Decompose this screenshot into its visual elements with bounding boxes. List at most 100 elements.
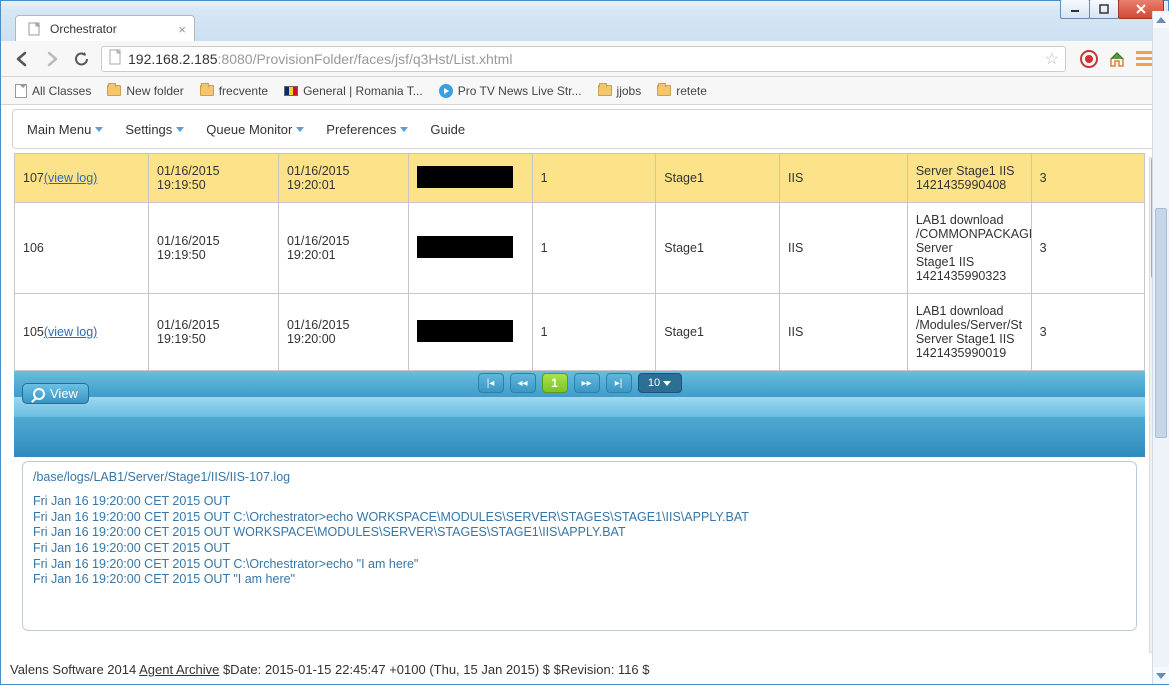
- app-menu-label: Preferences: [326, 122, 396, 137]
- status-bar: Valens Software 2014 Agent Archive $Date…: [2, 659, 1147, 683]
- log-output-panel: /base/logs/LAB1/Server/Stage1/IIS/IIS-10…: [22, 461, 1137, 631]
- table-row[interactable]: 107(view log)01/16/201519:19:5001/16/201…: [15, 154, 1145, 203]
- window-titlebar: [1, 1, 1168, 11]
- browser-toolbar: 192.168.2.185:8080/ProvisionFolder/faces…: [1, 41, 1168, 77]
- cell-server: IIS: [780, 203, 908, 294]
- bookmark-item[interactable]: jjobs: [598, 84, 642, 98]
- url-path: /ProvisionFolder/faces/jsf/q3Hst/List.xh…: [253, 51, 513, 67]
- cell-num: 1: [532, 294, 656, 371]
- bookmark-label: jjobs: [617, 84, 642, 98]
- app-menu-item[interactable]: Guide: [424, 118, 471, 141]
- cell-count: 3: [1031, 203, 1144, 294]
- table-row[interactable]: 105(view log)01/16/201519:19:5001/16/201…: [15, 294, 1145, 371]
- cell-start: 01/16/201519:19:50: [149, 154, 279, 203]
- log-line: Fri Jan 16 19:20:00 CET 2015 OUT WORKSPA…: [33, 525, 1126, 541]
- nav-forward-button[interactable]: [41, 48, 63, 70]
- status-prefix: Valens Software 2014: [10, 662, 139, 677]
- bookmark-label: New folder: [126, 84, 183, 98]
- cell-stage: Stage1: [656, 203, 780, 294]
- redacted-block: [417, 166, 513, 188]
- extension-adblock-icon[interactable]: [1080, 50, 1098, 68]
- browser-tab-strip: Orchestrator ×: [1, 11, 1168, 41]
- cell-num: 1: [532, 154, 656, 203]
- app-menu-item[interactable]: Settings: [119, 118, 190, 141]
- window-maximize-button[interactable]: [1089, 0, 1119, 19]
- bookmark-label: frecvente: [219, 84, 268, 98]
- view-button[interactable]: View: [22, 383, 89, 404]
- paginator-band: |◂ ◂◂ 1 ▸▸ ▸| 10 View: [14, 371, 1145, 457]
- cell-server: IIS: [780, 294, 908, 371]
- bookmark-label: retete: [676, 84, 707, 98]
- bookmark-item[interactable]: All Classes: [15, 84, 91, 98]
- status-agent-link[interactable]: Agent Archive: [139, 662, 219, 677]
- doc-icon: [15, 84, 27, 98]
- chevron-down-icon: [296, 127, 304, 132]
- url-host: 192.168.2.185: [128, 51, 218, 67]
- url-doc-icon: [108, 49, 122, 68]
- bookmarks-bar: All Classes New folder frecvente General | …: [1, 77, 1168, 105]
- view-log-link[interactable]: (view log): [44, 171, 98, 185]
- cell-redact: [408, 203, 532, 294]
- cell-count: 3: [1031, 294, 1144, 371]
- tab-favicon: [26, 21, 42, 37]
- folder-icon: [107, 85, 121, 96]
- status-rest: $Date: 2015-01-15 22:45:47 +0100 (Thu, 1…: [219, 662, 649, 677]
- chevron-down-icon: [95, 127, 103, 132]
- app-menubar: Main Menu Settings Queue Monitor Preference…: [12, 109, 1157, 149]
- cell-count: 3: [1031, 154, 1144, 203]
- log-line: Fri Jan 16 19:20:00 CET 2015 OUT C:\Orch…: [33, 557, 1126, 573]
- cell-start: 01/16/201519:19:50: [149, 203, 279, 294]
- tab-close-icon[interactable]: ×: [178, 22, 186, 37]
- cell-stage: Stage1: [656, 294, 780, 371]
- cell-id: 105(view log): [15, 294, 149, 371]
- view-button-label: View: [50, 386, 78, 401]
- flag-ro-icon: [284, 86, 298, 96]
- scroll-down-button[interactable]: [1153, 667, 1169, 684]
- reload-button[interactable]: [71, 48, 93, 70]
- log-line: Fri Jan 16 19:20:00 CET 2015 OUT: [33, 541, 1126, 557]
- app-menu-item[interactable]: Preferences: [320, 118, 414, 141]
- bookmark-star-icon[interactable]: ☆: [1045, 49, 1059, 69]
- search-icon: [33, 388, 45, 400]
- app-menu-label: Guide: [430, 122, 465, 137]
- cell-desc: LAB1 download/COMMONPACKAGE ServerStage1…: [907, 203, 1031, 294]
- cell-server: IIS: [780, 154, 908, 203]
- window-minimize-button[interactable]: [1060, 0, 1090, 19]
- browser-tab[interactable]: Orchestrator ×: [15, 15, 195, 41]
- chevron-down-icon: [400, 127, 408, 132]
- bookmark-label: All Classes: [32, 84, 91, 98]
- view-log-link[interactable]: (view log): [44, 325, 98, 339]
- app-menu-item[interactable]: Queue Monitor: [200, 118, 310, 141]
- scroll-up-button[interactable]: [1153, 11, 1169, 28]
- cell-stage: Stage1: [656, 154, 780, 203]
- bookmark-label: General | Romania T...: [303, 84, 423, 98]
- table-row[interactable]: 10601/16/201519:19:5001/16/201519:20:011…: [15, 203, 1145, 294]
- url-port: :8080: [218, 51, 253, 67]
- window-scrollbar[interactable]: [1152, 11, 1169, 684]
- cell-start: 01/16/201519:19:50: [149, 294, 279, 371]
- bookmark-item[interactable]: General | Romania T...: [284, 84, 423, 98]
- bookmark-label: Pro TV News Live Str...: [458, 84, 582, 98]
- redacted-block: [417, 236, 513, 258]
- folder-icon: [200, 85, 214, 96]
- window-scrollbar-thumb[interactable]: [1155, 208, 1167, 438]
- chrome-menu-button[interactable]: [1136, 51, 1152, 66]
- bookmark-item[interactable]: New folder: [107, 84, 183, 98]
- nav-back-button[interactable]: [11, 48, 33, 70]
- bookmark-item[interactable]: frecvente: [200, 84, 268, 98]
- cell-desc: LAB1 download/Modules/Server/StServer St…: [907, 294, 1031, 371]
- app-menu-label: Main Menu: [27, 122, 91, 137]
- bookmark-item[interactable]: retete: [657, 84, 707, 98]
- log-file-path: /base/logs/LAB1/Server/Stage1/IIS/IIS-10…: [33, 470, 1126, 484]
- cell-id: 106: [15, 203, 149, 294]
- cell-end: 01/16/201519:20:00: [278, 294, 408, 371]
- app-menu-item[interactable]: Main Menu: [21, 118, 109, 141]
- app-menu-label: Queue Monitor: [206, 122, 292, 137]
- cell-desc: Server Stage1 IIS1421435990408: [907, 154, 1031, 203]
- chevron-down-icon: [176, 127, 184, 132]
- cell-end: 01/16/201519:20:01: [278, 154, 408, 203]
- cell-redact: [408, 154, 532, 203]
- bookmark-item[interactable]: Pro TV News Live Str...: [439, 84, 582, 98]
- extension-home-icon[interactable]: [1108, 50, 1126, 68]
- address-bar[interactable]: 192.168.2.185:8080/ProvisionFolder/faces…: [101, 46, 1066, 72]
